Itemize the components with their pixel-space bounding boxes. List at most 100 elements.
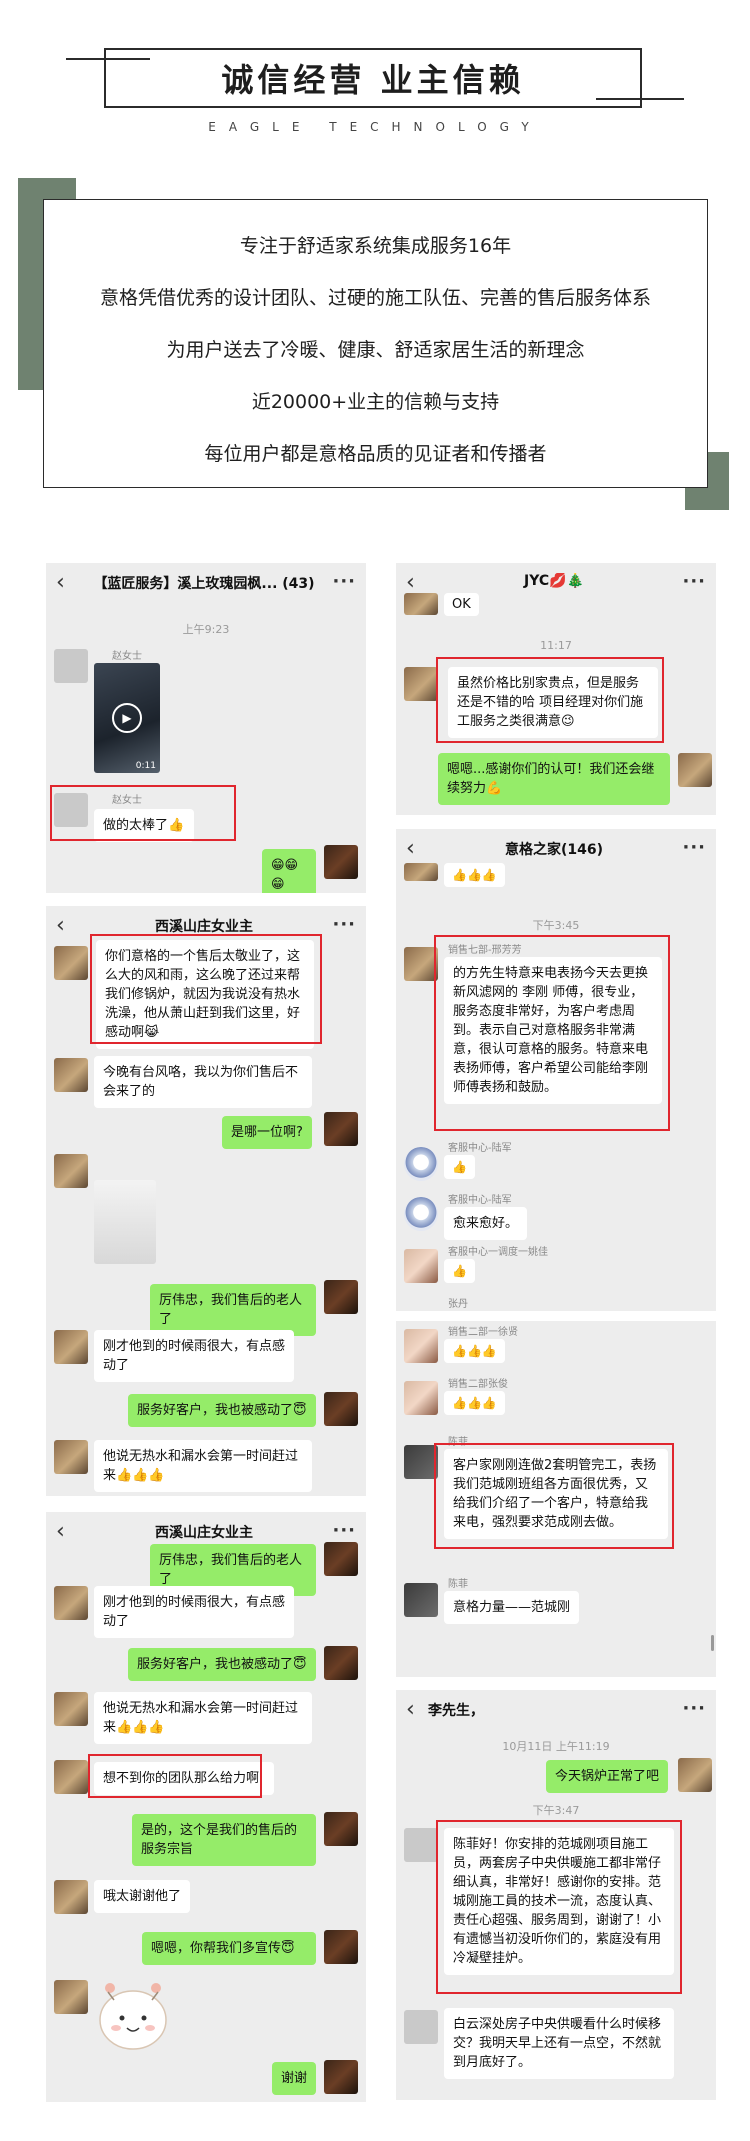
intro-line: 专注于舒适家系统集成服务16年	[239, 235, 512, 257]
sticker-image	[94, 1978, 172, 2052]
avatar[interactable]	[404, 2010, 438, 2044]
avatar[interactable]	[404, 1329, 438, 1363]
my-avatar[interactable]	[324, 1112, 358, 1146]
play-icon[interactable]: ▶	[112, 703, 142, 733]
avatar[interactable]	[404, 1249, 438, 1283]
scrollbar[interactable]	[711, 1635, 714, 1651]
timestamp: 10月11日 上午11:19	[502, 1740, 610, 1753]
message-bubble: 刚才他到的时候雨很大，有点感动了	[94, 1586, 294, 1638]
my-avatar[interactable]	[324, 1930, 358, 1964]
my-avatar[interactable]	[324, 1646, 358, 1680]
avatar[interactable]	[54, 1880, 88, 1914]
chat-nav-bar: ‹ 李先生， ···	[396, 1690, 716, 1730]
timestamp: 下午3:47	[532, 1804, 580, 1817]
thumbs-message: 👍👍👍	[444, 863, 505, 887]
highlight-box	[88, 1754, 262, 1798]
video-duration: 0:11	[135, 761, 156, 771]
chat-title: JYC💋🎄	[524, 573, 584, 589]
intro-box: 专注于舒适家系统集成服务16年 意格凭借优秀的设计团队、过硬的施工队伍、完善的售…	[43, 199, 708, 488]
thumbs-message: 👍	[444, 1259, 475, 1283]
avatar[interactable]	[404, 593, 438, 615]
message-bubble: OK	[444, 593, 479, 616]
image-message[interactable]	[94, 1180, 156, 1264]
avatar[interactable]	[54, 1154, 88, 1188]
highlight-box	[50, 785, 236, 841]
my-avatar[interactable]	[324, 1280, 358, 1314]
chat-nav-bar: ‹ 【蓝匠服务】溪上玫瑰园枫... (43) ···	[46, 563, 366, 603]
message-bubble-mine: 今天锅炉正常了吧	[546, 1760, 669, 1793]
sender-name: 客服中心-陆军	[448, 1195, 512, 1206]
chat-title: 李先生，	[428, 1703, 484, 1719]
avatar[interactable]	[404, 947, 438, 981]
avatar[interactable]	[54, 1058, 88, 1092]
more-icon[interactable]: ···	[682, 571, 706, 592]
message-bubble: 哦太谢谢他了	[94, 1880, 191, 1913]
avatar[interactable]	[54, 1692, 88, 1726]
intro-line: 意格凭借优秀的设计团队、过硬的施工队伍、完善的售后服务体系	[99, 287, 651, 309]
screenshot-divider	[396, 1311, 716, 1321]
avatar[interactable]	[404, 667, 438, 701]
intro-line: 为用户送去了冷暖、健康、舒适家居生活的新理念	[166, 339, 585, 361]
chat-title: 【蓝匠服务】溪上玫瑰园枫... (43)	[93, 576, 315, 592]
message-bubble-mine: 是哪一位啊?	[222, 1116, 312, 1149]
chat-panel-group-service: ‹ 【蓝匠服务】溪上玫瑰园枫... (43) ··· 上午9:23 赵女士 ▶ …	[46, 563, 366, 893]
avatar[interactable]	[404, 863, 438, 881]
page-title: 诚信经营 业主信赖	[221, 61, 525, 99]
timestamp: 上午9:23	[182, 623, 230, 636]
chat-nav-bar: ‹ 意格之家(146) ···	[396, 829, 716, 869]
back-icon[interactable]: ‹	[56, 571, 78, 595]
my-avatar[interactable]	[678, 753, 712, 787]
page-subtitle: EAGLE TECHNOLOGY	[208, 120, 542, 134]
avatar[interactable]	[404, 1583, 438, 1617]
avatar[interactable]	[54, 1440, 88, 1474]
avatar[interactable]	[404, 1197, 438, 1231]
back-icon[interactable]: ‹	[406, 1698, 428, 1722]
message-bubble-mine: 是的，这个是我们的售后的服务宗旨	[132, 1814, 316, 1866]
avatar[interactable]	[404, 1828, 438, 1862]
message-bubble: 他说无热水和漏水会第一时间赶过来👍👍👍	[94, 1440, 312, 1492]
avatar[interactable]	[54, 649, 88, 683]
my-avatar[interactable]	[678, 1758, 712, 1792]
message-bubble-mine: 😁😁😁	[262, 849, 316, 893]
avatar[interactable]	[54, 1330, 88, 1364]
more-icon[interactable]: ···	[682, 1698, 706, 1719]
more-icon[interactable]: ···	[332, 1520, 356, 1541]
highlight-box	[436, 657, 664, 743]
video-message[interactable]: ▶ 0:11	[94, 663, 160, 773]
avatar[interactable]	[404, 1445, 438, 1479]
sender-name: 张丹	[448, 1299, 468, 1310]
more-icon[interactable]: ···	[332, 914, 356, 935]
timestamp: 下午3:45	[532, 919, 580, 932]
chat-panel-jyc: ‹ JYC💋🎄 ··· OK 11:17 虽然价格比别家贵点，但是服务还是不错的…	[396, 563, 716, 815]
back-icon[interactable]: ‹	[56, 914, 78, 938]
my-avatar[interactable]	[324, 1812, 358, 1846]
back-icon[interactable]: ‹	[56, 1520, 78, 1544]
message-bubble: 刚才他到的时候雨很大，有点感动了	[94, 1330, 294, 1382]
message-bubble-mine: 厉伟忠，我们售后的老人了	[150, 1284, 316, 1336]
message-bubble-mine: 服务好客户，我也被感动了😇	[128, 1648, 316, 1681]
back-icon[interactable]: ‹	[406, 837, 428, 861]
avatar[interactable]	[54, 946, 88, 980]
more-icon[interactable]: ···	[332, 571, 356, 592]
my-avatar[interactable]	[324, 1392, 358, 1426]
message-bubble: 愈来愈好。	[444, 1207, 528, 1240]
highlight-box	[434, 935, 670, 1131]
sender-name: 客服中心一调度一姚佳	[448, 1247, 548, 1258]
more-icon[interactable]: ···	[682, 837, 706, 858]
avatar[interactable]	[404, 1147, 438, 1181]
chat-title: 西溪山庄女业主	[155, 1525, 253, 1541]
avatar[interactable]	[404, 1381, 438, 1415]
back-icon[interactable]: ‹	[406, 571, 428, 595]
sender-name: 陈菲	[448, 1579, 468, 1590]
intro-line: 近20000+业主的信赖与支持	[251, 391, 500, 413]
avatar[interactable]	[54, 1586, 88, 1620]
my-avatar[interactable]	[324, 845, 358, 879]
my-avatar[interactable]	[324, 1542, 358, 1576]
chat-panel-company-group: ‹ 意格之家(146) ··· 👍👍👍 下午3:45 销售七部-邢芳芳 的方先生…	[396, 829, 716, 1677]
avatar[interactable]	[54, 1760, 88, 1794]
message-bubble: 今晚有台风咯，我以为你们售后不会来了的	[94, 1056, 312, 1108]
chat-title: 意格之家(146)	[504, 842, 604, 858]
my-avatar[interactable]	[324, 2060, 358, 2094]
avatar[interactable]	[54, 1980, 88, 2014]
highlight-box	[90, 934, 322, 1044]
